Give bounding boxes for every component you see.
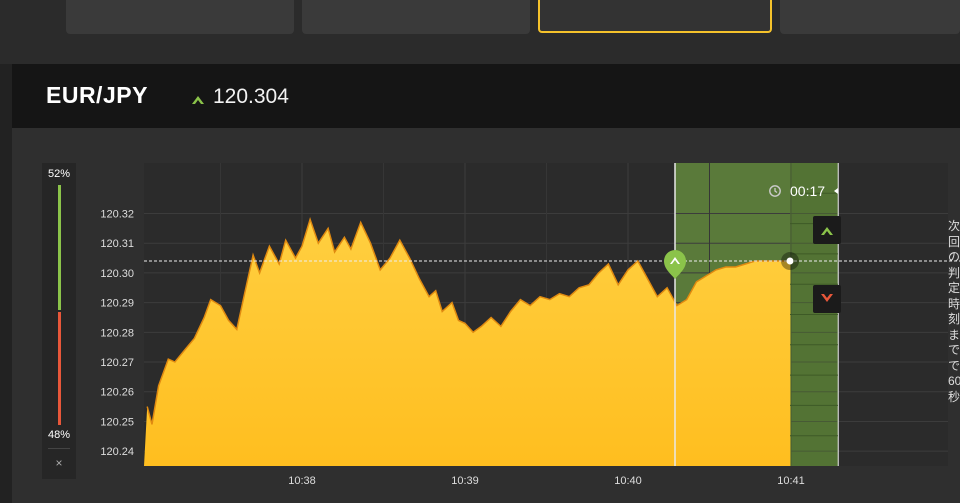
x-tick-label: 10:39 — [451, 475, 479, 487]
y-tick-label: 120.30 — [100, 268, 134, 280]
x-tick-label: 10:41 — [777, 475, 805, 487]
y-tick-label: 120.31 — [100, 238, 134, 250]
x-tick-label: 10:38 — [288, 475, 316, 487]
price-chart[interactable]: 120.24 120.25 120.26 120.27 120.28 120.29 120.… — [0, 0, 960, 503]
sentiment-up-bar — [58, 185, 61, 310]
round-info-text: 次回の判定時刻までで60秒 — [948, 219, 960, 404]
sentiment-down-percent: 48% — [47, 429, 71, 441]
y-tick-label: 120.28 — [100, 327, 134, 339]
x-tick-label: 10:40 — [614, 475, 642, 487]
y-tick-label: 120.24 — [100, 446, 134, 458]
arrow-up-icon — [821, 227, 833, 235]
arrow-down-icon — [821, 294, 833, 302]
sentiment-up-percent: 52% — [47, 168, 71, 180]
y-tick-label: 120.25 — [100, 416, 134, 428]
current-point — [786, 257, 794, 265]
y-tick-label: 120.32 — [100, 209, 134, 221]
clock-icon — [769, 185, 781, 197]
y-tick-label: 120.26 — [100, 387, 134, 399]
y-tick-label: 120.29 — [100, 298, 134, 310]
y-tick-label: 120.27 — [100, 357, 134, 369]
divider — [48, 448, 70, 449]
sentiment-down-bar — [58, 312, 61, 425]
low-button[interactable] — [813, 285, 841, 313]
trader-sentiment: 52% 48% × — [42, 163, 76, 479]
expiry-countdown: 00:17 — [790, 183, 826, 199]
high-button[interactable] — [813, 216, 841, 244]
close-icon[interactable]: × — [42, 456, 76, 470]
